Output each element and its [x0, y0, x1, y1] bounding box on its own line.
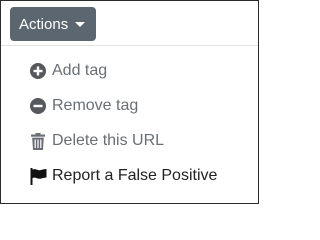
plus-circle-icon	[29, 62, 47, 80]
actions-button-label: Actions	[19, 15, 69, 33]
menu-item-remove-tag[interactable]: Remove tag	[29, 94, 138, 118]
menu-item-report-false-positive[interactable]: Report a False Positive	[29, 164, 217, 188]
minus-circle-icon	[29, 97, 47, 115]
menu-item-add-tag[interactable]: Add tag	[29, 59, 107, 83]
actions-dropdown-panel: Actions Add tag Remove tag Delete this U…	[0, 0, 259, 204]
flag-icon	[29, 167, 47, 185]
actions-dropdown-toggle[interactable]: Actions	[10, 7, 96, 41]
menu-item-label: Add tag	[52, 62, 108, 79]
dropdown-divider	[1, 45, 258, 46]
menu-item-delete-url[interactable]: Delete this URL	[29, 129, 164, 153]
menu-item-label: Report a False Positive	[52, 167, 218, 184]
menu-item-label: Remove tag	[52, 97, 139, 114]
caret-down-icon	[75, 22, 86, 27]
trash-icon	[29, 132, 47, 150]
menu-item-label: Delete this URL	[52, 132, 165, 149]
